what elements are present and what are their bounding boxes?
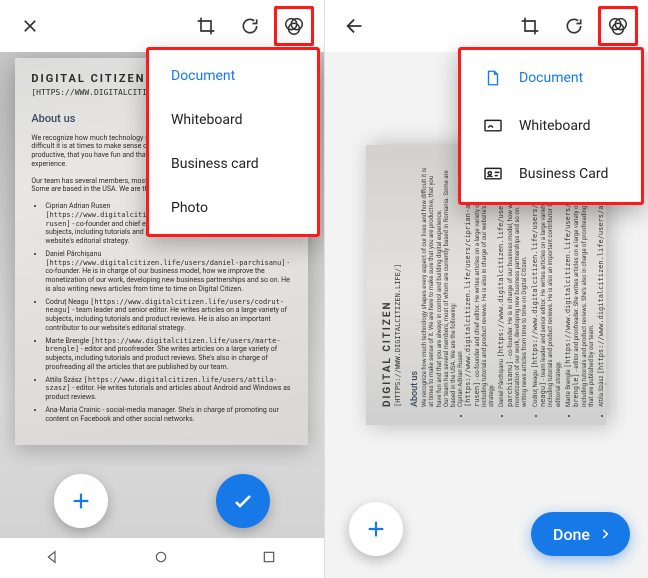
triangle-back-icon [45, 549, 61, 565]
pane-left: DIGITAL CITIZEN [HTTPS://WWW.DIGITALCITI… [0, 0, 325, 578]
back-button[interactable] [335, 6, 375, 46]
filter-option-whiteboard[interactable]: Whiteboard [149, 98, 317, 142]
crop-button[interactable] [186, 6, 226, 46]
chevron-right-icon [598, 527, 612, 541]
rotate-button[interactable] [230, 6, 270, 46]
filter-menu-right: Document Whiteboard Business Card [458, 47, 644, 205]
close-button[interactable] [10, 6, 50, 46]
toolbar-left [0, 0, 324, 52]
crop-icon [196, 16, 216, 36]
page-title: DIGITAL CITIZEN [382, 163, 394, 407]
crop-button[interactable] [510, 6, 550, 46]
rotate-icon [240, 16, 260, 36]
member-item: Attila Szász [https://www.digitalcitizen… [45, 376, 292, 402]
paragraph-intro: We recognize how much technology shapes … [421, 163, 443, 407]
member-item: Ana-Maria Crainic - social-media manager… [45, 406, 292, 424]
nav-recent-button[interactable] [261, 549, 279, 567]
filter-button[interactable] [598, 6, 638, 46]
filter-venn-icon [283, 15, 305, 37]
add-page-button[interactable] [54, 474, 108, 528]
filter-option-document[interactable]: Document [461, 54, 641, 102]
plus-icon [70, 490, 92, 512]
filter-menu-left: DocumentWhiteboardBusiness cardPhoto [146, 47, 320, 237]
done-button[interactable]: Done [531, 512, 630, 556]
filter-option-document[interactable]: Document [149, 54, 317, 98]
arrow-left-icon [344, 15, 366, 37]
android-nav-bar [0, 538, 324, 578]
toolbar-right [325, 0, 648, 52]
whiteboard-icon [483, 116, 503, 136]
filter-button[interactable] [274, 6, 314, 46]
add-page-button[interactable] [349, 502, 403, 556]
filter-venn-icon [607, 15, 629, 37]
rotate-button[interactable] [554, 6, 594, 46]
done-label: Done [553, 525, 590, 544]
nav-home-button[interactable] [153, 549, 171, 567]
circle-home-icon [153, 549, 169, 565]
filter-option-label: Document [519, 70, 583, 86]
crop-icon [520, 16, 540, 36]
square-recent-icon [261, 549, 277, 565]
filter-option-business-card[interactable]: Business Card [461, 150, 641, 198]
member-item: Marte Brengle [https://www.digitalcitize… [45, 337, 292, 372]
filter-option-label: Whiteboard [519, 118, 591, 134]
pane-right: DIGITAL CITIZEN [HTTPS://WWW.DIGITALCITI… [325, 0, 648, 578]
filter-option-label: Business Card [519, 166, 608, 182]
plus-icon [365, 518, 387, 540]
filter-option-photo[interactable]: Photo [149, 186, 317, 230]
section-heading: About us [411, 163, 422, 407]
nav-back-button[interactable] [45, 549, 63, 567]
member-item: Codruț Neagu [https://www.digitalcitizen… [45, 298, 292, 333]
check-icon [231, 489, 255, 513]
rotate-icon [564, 16, 584, 36]
confirm-button[interactable] [216, 474, 270, 528]
filter-option-whiteboard[interactable]: Whiteboard [461, 102, 641, 150]
page-url: [HTTPS://WWW.DIGITALCITIZEN.LIFE/] [394, 163, 402, 407]
document-icon [483, 68, 503, 88]
close-icon [21, 17, 39, 35]
member-item: Daniel Pârchișanu [https://www.digitalci… [45, 250, 292, 294]
filter-option-business-card[interactable]: Business card [149, 142, 317, 186]
businesscard-icon [483, 164, 503, 184]
paragraph-team: Our team has several members, most of wh… [443, 163, 457, 407]
